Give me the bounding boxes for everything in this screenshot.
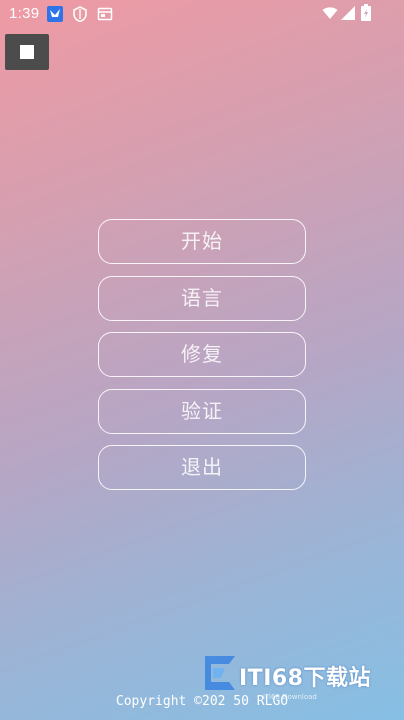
notification-card-icon: [97, 7, 113, 21]
main-menu: 开始 语言 修复 验证 退出: [98, 219, 306, 502]
status-time: 1:39: [9, 5, 40, 22]
cellular-signal-icon: [341, 6, 355, 20]
watermark: ITI68下载站 iTi68 Download: [195, 646, 395, 701]
battery-charging-icon: [361, 4, 371, 21]
feishu-app-icon: [47, 6, 63, 22]
stop-square-icon: [20, 45, 34, 59]
watermark-sub: iTi68 Download: [263, 693, 317, 701]
verify-button[interactable]: 验证: [98, 388, 306, 434]
language-button[interactable]: 语言: [98, 275, 306, 321]
start-button[interactable]: 开始: [98, 219, 306, 264]
copyright-text: Copyright ©202 50 RLGO: [115, 694, 289, 709]
stop-button[interactable]: [5, 34, 49, 70]
watermark-logo-icon: [205, 656, 235, 690]
wifi-icon: [322, 7, 338, 19]
watermark-brand: ITI68下载站: [239, 666, 371, 691]
shield-app-icon: [73, 6, 87, 22]
repair-button[interactable]: 修复: [98, 332, 306, 377]
status-bar: 1:39: [0, 0, 404, 28]
exit-button[interactable]: 退出: [98, 445, 306, 490]
